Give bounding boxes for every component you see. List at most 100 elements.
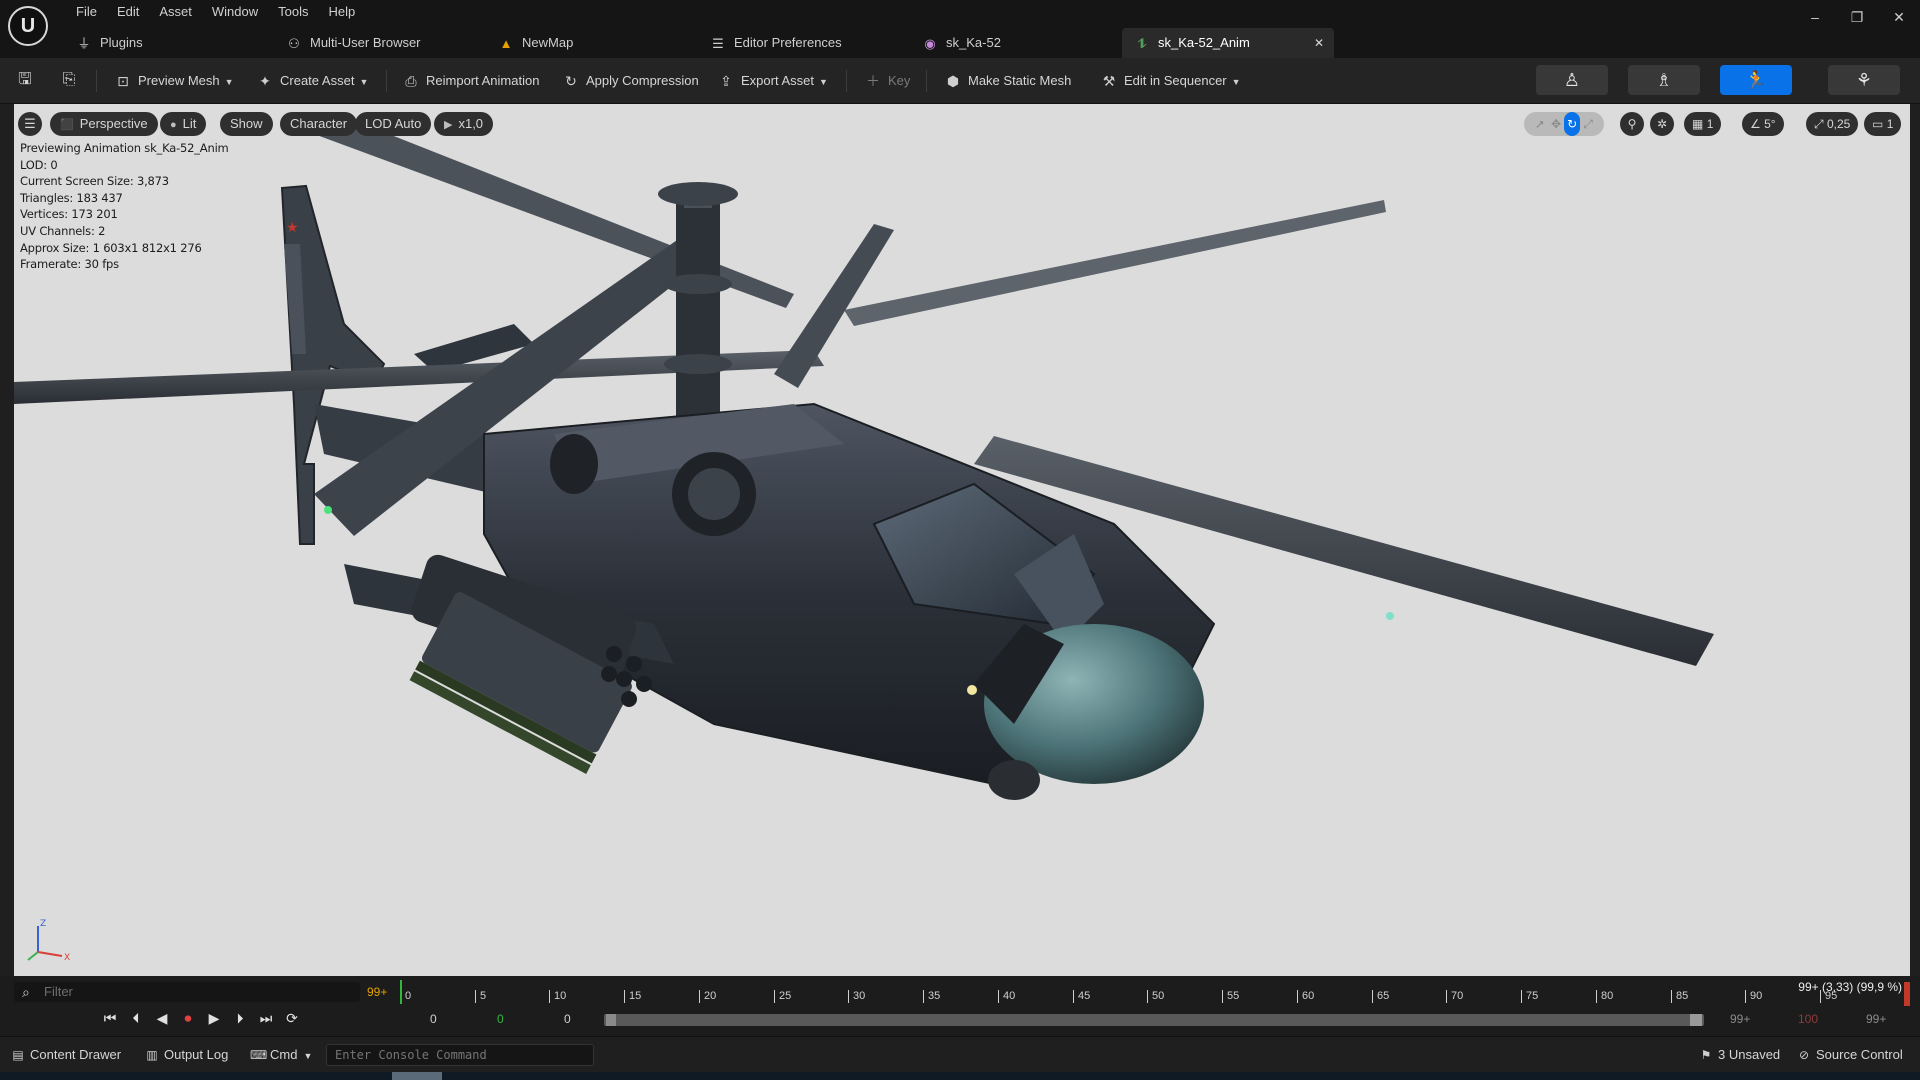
skip-to-start-icon[interactable]: ⏮ (100, 1008, 120, 1028)
search-icon: ⌕ (22, 984, 30, 1000)
surface-snap-button[interactable]: ✲ (1650, 112, 1674, 136)
play-rate-label: x1,0 (458, 116, 484, 131)
grid-snap-button[interactable]: ▦ 1 (1684, 112, 1722, 136)
plug-icon: ⏚ (77, 36, 91, 51)
svg-text:★: ★ (286, 220, 299, 236)
stats-line: Framerate: 30 fps (20, 257, 119, 272)
title-bar: U File Edit Asset Window Tools Help – ❐ … (0, 0, 1920, 46)
step-back-icon[interactable]: ⏴ (126, 1008, 146, 1028)
timeline-tick-label: 90 (1745, 990, 1762, 1003)
skeleton-mode-button[interactable]: ♙ (1536, 65, 1608, 95)
filter-input[interactable]: ⌕ Filter (14, 982, 360, 1002)
axis-z-label: Z (40, 919, 46, 929)
show-button[interactable]: Show (220, 112, 273, 136)
create-asset-icon: ✦ (259, 73, 271, 89)
toolbar-divider (846, 70, 847, 92)
cube-icon: ⬛ (60, 119, 74, 131)
unsaved-button[interactable]: ⚑ 3 Unsaved (1698, 1045, 1781, 1065)
skip-to-end-icon[interactable]: ⏭ (256, 1008, 276, 1028)
menu-file[interactable]: File (66, 3, 107, 21)
play-reverse-icon[interactable]: ◀ (152, 1008, 172, 1028)
content-drawer-button[interactable]: ▤ Content Drawer (10, 1045, 121, 1065)
reimport-animation-label: Reimport Animation (426, 73, 540, 88)
tab-sk-ka-52-anim[interactable]: ⥮ sk_Ka-52_Anim ✕ (1122, 28, 1334, 58)
timeline-tick-label: 75 (1521, 990, 1538, 1003)
taskbar-thumb (392, 1072, 442, 1080)
step-forward-icon[interactable]: ⏵ (230, 1008, 250, 1028)
start-frame-a: 0 (430, 1012, 437, 1026)
key-button[interactable]: ＋ Key (864, 68, 910, 94)
tab-editor-preferences[interactable]: ☰ Editor Preferences (698, 28, 842, 58)
viewport-frame-right (1910, 104, 1920, 976)
unreal-logo-icon[interactable]: U (8, 6, 48, 46)
reimport-animation-button[interactable]: ⎙ Reimport Animation (402, 68, 539, 94)
toolbar-divider (926, 70, 927, 92)
console-command-input[interactable] (326, 1044, 594, 1066)
playhead[interactable] (400, 980, 402, 1004)
output-log-button[interactable]: ▥ Output Log (144, 1045, 228, 1065)
stats-line: Vertices: 173 201 (20, 207, 118, 222)
tab-sk-ka-52[interactable]: ◉ sk_Ka-52 (910, 28, 1001, 58)
angle-icon: ∠ (1750, 117, 1761, 131)
physics-mode-button[interactable]: ⚘ (1828, 65, 1900, 95)
timeline-tick-label: 35 (923, 990, 940, 1003)
menu-window[interactable]: Window (202, 3, 268, 21)
range-end-handle[interactable] (1690, 1014, 1702, 1026)
tab-multi-user-browser[interactable]: ⚇ Multi-User Browser (274, 28, 420, 58)
close-tab-icon[interactable]: ✕ (1314, 28, 1324, 58)
animation-mode-button[interactable]: 🏃 (1720, 65, 1792, 95)
mesh-mode-button[interactable]: ♗ (1628, 65, 1700, 95)
playback-range-bar[interactable] (604, 1014, 1704, 1026)
timeline-ruler[interactable]: 0 5 10 15 20 25 30 35 40 45 50 55 60 65 70 75 80 85 90 95 (400, 976, 1900, 1004)
surface-snap-icon: ✲ (1656, 117, 1668, 131)
perspective-button[interactable]: ⬛ Perspective (50, 112, 158, 136)
mesh-mode-icon: ♗ (1655, 70, 1673, 90)
rotate-icon[interactable]: ↻ (1564, 112, 1581, 136)
chevron-down-icon: ▼ (818, 77, 828, 87)
tab-plugins[interactable]: ⏚ Plugins (64, 28, 142, 58)
create-asset-button[interactable]: ✦ Create Asset ▼ (256, 68, 368, 94)
content-drawer-label: Content Drawer (30, 1047, 122, 1062)
skeleton-icon: ◉ (924, 36, 936, 51)
tab-newmap[interactable]: ▲ NewMap (486, 28, 574, 58)
play-icon: ▶ (444, 119, 453, 131)
toolbar-divider (386, 70, 387, 92)
menu-asset[interactable]: Asset (149, 3, 202, 21)
rotation-snap-button[interactable]: ∠ 5° (1742, 112, 1784, 136)
play-icon[interactable]: ▶ (204, 1008, 224, 1028)
menu-edit[interactable]: Edit (107, 3, 149, 21)
browse-asset-icon[interactable]: ⎘ (58, 69, 80, 91)
end-range-marker[interactable] (1904, 982, 1910, 1006)
record-icon[interactable]: ⏺ (178, 1008, 198, 1028)
play-rate-button[interactable]: ▶ x1,0 (434, 112, 494, 136)
select-icon[interactable]: ➚ (1532, 112, 1548, 136)
unsaved-label: 3 Unsaved (1718, 1047, 1781, 1062)
camera-speed-button[interactable]: ▭ 1 (1864, 112, 1902, 136)
scale-icon[interactable]: ⤢ (1580, 112, 1596, 136)
tab-label: NewMap (522, 35, 574, 50)
tab-label: Editor Preferences (734, 35, 842, 50)
timeline-panel: ⌕ Filter 99+ 0 5 10 15 20 25 30 35 40 45 50 55 60 65 7… (0, 976, 1920, 1036)
range-start-handle[interactable] (606, 1014, 616, 1026)
export-asset-button[interactable]: ⇪ Export Asset ▼ (717, 68, 828, 94)
preview-viewport[interactable]: ★ ☰ ⬛ Perspective ● Lit Show Character LOD… (14, 104, 1910, 976)
translate-icon[interactable]: ✥ (1548, 112, 1564, 136)
make-static-mesh-button[interactable]: ⬢ Make Static Mesh (944, 68, 1071, 94)
menu-help[interactable]: Help (318, 3, 365, 21)
make-static-mesh-label: Make Static Mesh (968, 73, 1072, 88)
edit-in-sequencer-button[interactable]: ⚒ Edit in Sequencer ▼ (1100, 68, 1241, 94)
preview-mesh-button[interactable]: ⊡ Preview Mesh ▼ (114, 68, 233, 94)
apply-compression-button[interactable]: ↻ Apply Compression (562, 68, 699, 94)
cmd-dropdown[interactable]: ⌨ Cmd ▼ (250, 1045, 312, 1065)
menu-tools[interactable]: Tools (268, 3, 318, 21)
world-local-button[interactable]: ⚲ (1620, 112, 1644, 136)
create-asset-label: Create Asset (280, 73, 355, 88)
lit-button[interactable]: ● Lit (160, 112, 207, 136)
loop-icon[interactable]: ⟳ (282, 1008, 302, 1028)
source-control-button[interactable]: ⊘ Source Control (1796, 1045, 1903, 1065)
viewport-options-button[interactable]: ☰ (18, 112, 42, 136)
save-icon[interactable]: 🖫 (14, 69, 36, 91)
lod-button[interactable]: LOD Auto (355, 112, 432, 136)
character-button[interactable]: Character (280, 112, 358, 136)
scale-snap-button[interactable]: ⤢ 0,25 (1806, 112, 1859, 136)
